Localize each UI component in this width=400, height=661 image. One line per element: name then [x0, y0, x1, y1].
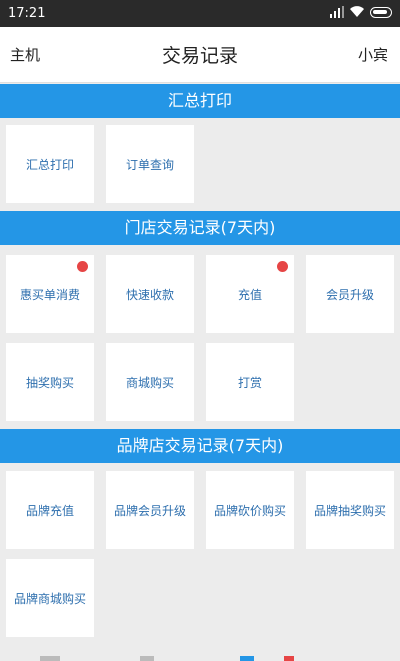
- tile-brand-bargain[interactable]: 品牌砍价购买: [206, 471, 294, 549]
- tile-label: 品牌商城购买: [13, 591, 86, 606]
- tile-label: 品牌抽奖购买: [313, 503, 386, 518]
- tile-tip[interactable]: 打赏: [206, 343, 294, 421]
- nav-home-icon[interactable]: [40, 656, 60, 661]
- tile-brand-lottery[interactable]: 品牌抽奖购买: [306, 471, 394, 549]
- tile-label: 充值: [237, 287, 262, 302]
- tile-label: 打赏: [237, 375, 262, 390]
- user-button[interactable]: 小宾: [358, 44, 388, 65]
- tile-order-query[interactable]: 订单查询: [106, 125, 194, 203]
- section-brand-transactions: 品牌店交易记录(7天内): [0, 429, 400, 463]
- header: 主机 交易记录 小宾: [0, 27, 400, 83]
- tile-label: 订单查询: [125, 157, 174, 172]
- tile-label: 抽奖购买: [25, 375, 74, 390]
- tile-summary-print[interactable]: 汇总打印: [6, 125, 94, 203]
- bottom-nav: [0, 656, 400, 661]
- tile-label: 惠买单消费: [19, 287, 80, 302]
- page-title: 交易记录: [161, 45, 238, 67]
- tile-mall-purchase[interactable]: 商城购买: [106, 343, 194, 421]
- tile-discount-pay[interactable]: 惠买单消费: [6, 255, 94, 333]
- nav-badge-icon: [284, 656, 294, 661]
- tile-brand-recharge[interactable]: 品牌充值: [6, 471, 94, 549]
- tile-label: 商城购买: [125, 375, 174, 390]
- tile-brand-member-upgrade[interactable]: 品牌会员升级: [106, 471, 194, 549]
- status-icons: [330, 6, 392, 18]
- status-bar: 17:21: [0, 0, 400, 27]
- tile-brand-mall[interactable]: 品牌商城购买: [6, 559, 94, 637]
- notification-badge: [77, 261, 88, 272]
- tile-lottery-purchase[interactable]: 抽奖购买: [6, 343, 94, 421]
- tile-label: 品牌砍价购买: [213, 503, 286, 518]
- notification-badge: [277, 261, 288, 272]
- nav-orders-icon[interactable]: [140, 656, 154, 661]
- status-time: 17:21: [8, 6, 46, 21]
- battery-icon: [370, 6, 392, 18]
- section-summary-print: 汇总打印: [0, 84, 400, 118]
- tile-quick-collect[interactable]: 快速收款: [106, 255, 194, 333]
- wifi-icon: [350, 6, 364, 18]
- tile-label: 快速收款: [125, 287, 174, 302]
- tile-member-upgrade[interactable]: 会员升级: [306, 255, 394, 333]
- tile-recharge[interactable]: 充值: [206, 255, 294, 333]
- tile-label: 品牌会员升级: [113, 503, 186, 518]
- nav-records-icon[interactable]: [240, 656, 254, 661]
- section-store-transactions: 门店交易记录(7天内): [0, 211, 400, 245]
- tile-label: 汇总打印: [25, 157, 74, 172]
- tile-label: 会员升级: [325, 287, 374, 302]
- signal-icon: [330, 6, 344, 18]
- tile-label: 品牌充值: [25, 503, 74, 518]
